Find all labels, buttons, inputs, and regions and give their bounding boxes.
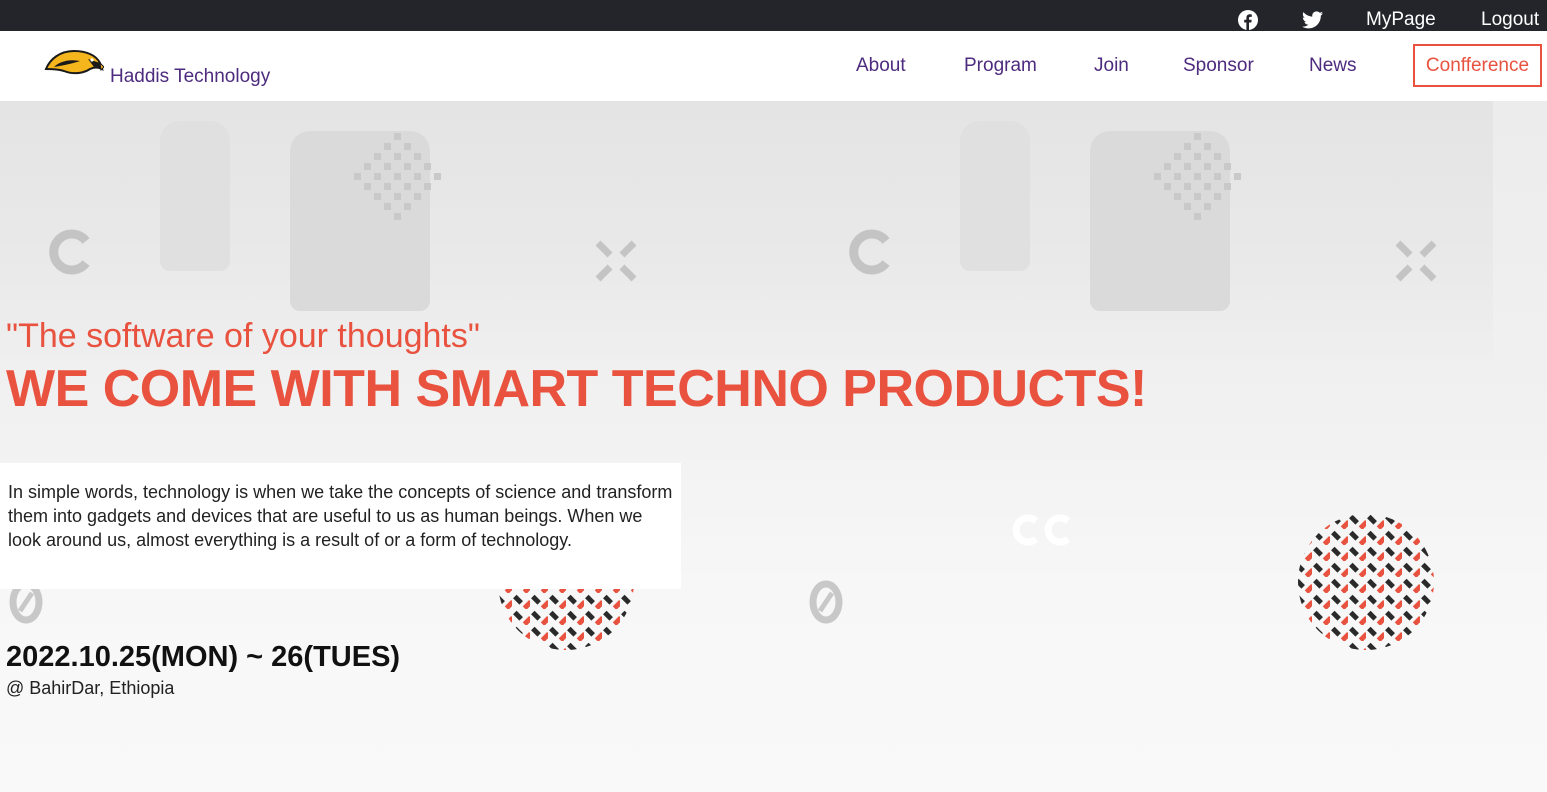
- mypage-link[interactable]: MyPage: [1366, 0, 1436, 31]
- logout-link[interactable]: Logout: [1481, 0, 1539, 31]
- facebook-icon[interactable]: [1238, 10, 1258, 30]
- nav-news[interactable]: News: [1309, 55, 1357, 77]
- top-bar: MyPage Logout: [0, 0, 1547, 31]
- nav-program[interactable]: Program: [964, 55, 1037, 77]
- c-shape-icon: [49, 229, 90, 275]
- cc-shape-icon: [1012, 514, 1071, 546]
- main-navbar: Haddis Technology About Program Join Spo…: [0, 31, 1547, 101]
- dash-circle-pattern-icon: [1298, 514, 1434, 650]
- background-figure: [960, 121, 1030, 271]
- hero-description: In simple words, technology is when we t…: [8, 482, 673, 550]
- hero-headline: WE COME WITH SMART TECHNO PRODUCTS!: [6, 360, 1147, 418]
- hero-description-box: In simple words, technology is when we t…: [0, 463, 681, 589]
- nav-join[interactable]: Join: [1094, 55, 1129, 77]
- zero-shape-icon: [809, 580, 843, 624]
- hero-section: "The software of your thoughts" WE COME …: [0, 101, 1547, 792]
- event-date: 2022.10.25(MON) ~ 26(TUES): [6, 641, 401, 673]
- eagle-logo-icon[interactable]: [44, 47, 105, 81]
- x-shape-icon: [1395, 240, 1437, 282]
- nav-conference-button[interactable]: Confference: [1413, 44, 1542, 87]
- diamond-pattern-icon: [1154, 133, 1241, 220]
- x-shape-icon: [595, 240, 637, 282]
- twitter-icon[interactable]: [1302, 11, 1323, 29]
- brand-name[interactable]: Haddis Technology: [110, 66, 270, 88]
- event-location: @ BahirDar, Ethiopia: [6, 678, 175, 698]
- nav-about[interactable]: About: [856, 55, 906, 77]
- c-shape-icon: [849, 229, 890, 275]
- diamond-pattern-icon: [354, 133, 441, 220]
- hero-quote: "The software of your thoughts": [6, 317, 480, 355]
- nav-sponsor[interactable]: Sponsor: [1183, 55, 1254, 77]
- background-figure: [160, 121, 230, 271]
